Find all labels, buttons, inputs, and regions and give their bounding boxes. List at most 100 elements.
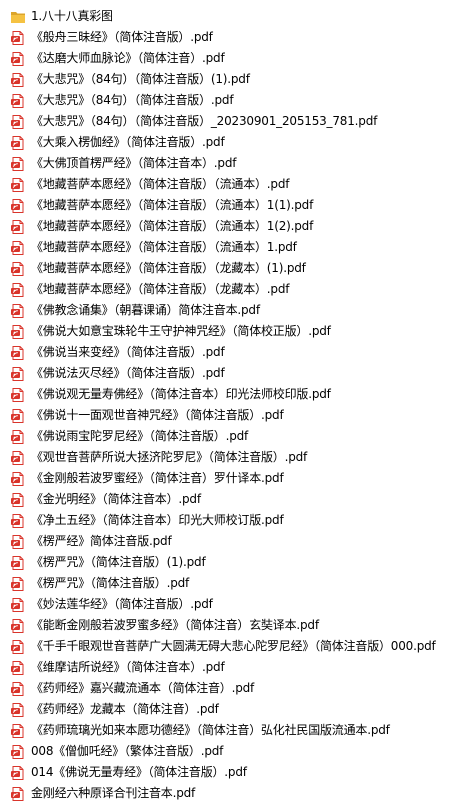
file-name: 《地藏菩萨本愿经》（简体注音版）（龙藏本）.pdf (31, 282, 290, 296)
file-name: 008《僧伽吒经》（繁体注音版）.pdf (31, 744, 224, 758)
file-item[interactable]: 《大悲咒》（84句）（简体注音版）(1).pdf (0, 69, 457, 90)
file-name: 《楞严咒》（简体注音版）(1).pdf (31, 555, 206, 569)
file-item[interactable]: 《地藏菩萨本愿经》（简体注音版）（流通本）1.pdf (0, 237, 457, 258)
pdf-icon (10, 177, 26, 193)
file-name: 《佛说大如意宝珠轮牛王守护神咒经》（简体校正版）.pdf (31, 324, 331, 338)
pdf-icon (10, 72, 26, 88)
file-item[interactable]: 《能断金刚般若波罗蜜多经》（简体注音）玄奘译本.pdf (0, 615, 457, 636)
file-item[interactable]: 《药师琉璃光如来本愿功德经》（简体注音）弘化社民国版流通本.pdf (0, 720, 457, 741)
file-name: 《佛说观无量寿佛经》（简体注音本）印光法师校印版.pdf (31, 387, 331, 401)
file-name: 《能断金刚般若波罗蜜多经》（简体注音）玄奘译本.pdf (31, 618, 319, 632)
file-item[interactable]: 《大悲咒》（84句）（简体注音版）_20230901_205153_781.pd… (0, 111, 457, 132)
file-item[interactable]: 《地藏菩萨本愿经》（简体注音版）（龙藏本）.pdf (0, 279, 457, 300)
file-item[interactable]: 《金刚般若波罗蜜经》（简体注音）罗什译本.pdf (0, 468, 457, 489)
file-item[interactable]: 《大佛顶首楞严经》（简体注音本）.pdf (0, 153, 457, 174)
file-item[interactable]: 《楞严咒》（简体注音版）.pdf (0, 573, 457, 594)
file-name: 《观世音菩萨所说大拯济陀罗尼》（简体注音版）.pdf (31, 450, 308, 464)
file-name: 《佛说当来变经》（简体注音版）.pdf (31, 345, 225, 359)
file-item[interactable]: 《千手千眼观世音菩萨广大圆满无碍大悲心陀罗尼经》（简体注音版）000.pdf (0, 636, 457, 657)
pdf-icon (10, 240, 26, 256)
pdf-icon (10, 93, 26, 109)
pdf-icon (10, 366, 26, 382)
pdf-icon (10, 681, 26, 697)
folder-item[interactable]: 1.八十八真彩图 (0, 6, 457, 27)
pdf-icon (10, 723, 26, 739)
file-item[interactable]: 014《佛说无量寿经》（简体注音版）.pdf (0, 762, 457, 783)
file-name: 《达磨大师血脉论》（简体注音）.pdf (31, 51, 225, 65)
file-item[interactable]: 《妙法莲华经》（简体注音版）.pdf (0, 594, 457, 615)
pdf-icon (10, 576, 26, 592)
pdf-icon (10, 555, 26, 571)
file-name: 《大乘入楞伽经》（简体注音版）.pdf (31, 135, 225, 149)
file-item[interactable]: 《地藏菩萨本愿经》（简体注音版）（流通本）1(2).pdf (0, 216, 457, 237)
pdf-icon (10, 660, 26, 676)
file-item[interactable]: 《净土五经》（简体注音本）印光大师校订版.pdf (0, 510, 457, 531)
pdf-icon (10, 408, 26, 424)
file-name: 《佛说法灭尽经》（简体注音版）.pdf (31, 366, 225, 380)
file-item[interactable]: 《佛说大如意宝珠轮牛王守护神咒经》（简体校正版）.pdf (0, 321, 457, 342)
pdf-icon (10, 261, 26, 277)
file-name: 《地藏菩萨本愿经》（简体注音版）（流通本）1(1).pdf (31, 198, 314, 212)
pdf-icon (10, 597, 26, 613)
file-name: 《药师经》龙藏本（简体注音）.pdf (31, 702, 219, 716)
file-item[interactable]: 《维摩诘所说经》（简体注音本）.pdf (0, 657, 457, 678)
file-item[interactable]: 《佛说雨宝陀罗尼经》（简体注音版）.pdf (0, 426, 457, 447)
pdf-icon (10, 618, 26, 634)
pdf-icon (10, 744, 26, 760)
pdf-icon (10, 786, 26, 802)
file-item[interactable]: 《佛说观无量寿佛经》（简体注音本）印光法师校印版.pdf (0, 384, 457, 405)
file-item[interactable]: 《大悲咒》（84句）（简体注音版）.pdf (0, 90, 457, 111)
file-name: 《楞严经》简体注音版.pdf (31, 534, 172, 548)
file-name: 《地藏菩萨本愿经》（简体注音版）（龙藏本）(1).pdf (31, 261, 306, 275)
pdf-icon (10, 387, 26, 403)
file-name: 《地藏菩萨本愿经》（简体注音版）（流通本）.pdf (31, 177, 290, 191)
file-name: 《药师经》嘉兴藏流通本（简体注音）.pdf (31, 681, 255, 695)
file-name: 《楞严咒》（简体注音版）.pdf (31, 576, 190, 590)
file-item[interactable]: 《地藏菩萨本愿经》（简体注音版）（流通本）.pdf (0, 174, 457, 195)
file-name: 《净土五经》（简体注音本）印光大师校订版.pdf (31, 513, 284, 527)
file-item[interactable]: 《达磨大师血脉论》（简体注音）.pdf (0, 48, 457, 69)
file-name: 《佛教念诵集》（朝暮课诵）简体注音本.pdf (31, 303, 260, 317)
file-item[interactable]: 《观世音菩萨所说大拯济陀罗尼》（简体注音版）.pdf (0, 447, 457, 468)
file-name: 《大悲咒》（84句）（简体注音版）_20230901_205153_781.pd… (31, 114, 378, 128)
file-item[interactable]: 《佛说当来变经》（简体注音版）.pdf (0, 342, 457, 363)
file-name: 《妙法莲华经》（简体注音版）.pdf (31, 597, 213, 611)
pdf-icon (10, 156, 26, 172)
file-item[interactable]: 《地藏菩萨本愿经》（简体注音版）（龙藏本）(1).pdf (0, 258, 457, 279)
file-name: 《金光明经》（简体注音本）.pdf (31, 492, 201, 506)
file-name: 《佛说雨宝陀罗尼经》（简体注音版）.pdf (31, 429, 249, 443)
file-item[interactable]: 《佛教念诵集》（朝暮课诵）简体注音本.pdf (0, 300, 457, 321)
pdf-icon (10, 450, 26, 466)
pdf-icon (10, 702, 26, 718)
pdf-icon (10, 114, 26, 130)
file-item[interactable]: 金刚经六种原译合刊注音本.pdf (0, 783, 457, 804)
file-item[interactable]: 《佛说十一面观世音神咒经》（简体注音版）.pdf (0, 405, 457, 426)
file-name: 《般舟三昧经》（简体注音版）.pdf (31, 30, 213, 44)
file-name: 《大佛顶首楞严经》（简体注音本）.pdf (31, 156, 237, 170)
file-name: 《大悲咒》（84句）（简体注音版）.pdf (31, 93, 234, 107)
file-item[interactable]: 《地藏菩萨本愿经》（简体注音版）（流通本）1(1).pdf (0, 195, 457, 216)
pdf-icon (10, 303, 26, 319)
file-item[interactable]: 《药师经》嘉兴藏流通本（简体注音）.pdf (0, 678, 457, 699)
pdf-icon (10, 51, 26, 67)
pdf-icon (10, 471, 26, 487)
file-item[interactable]: 《楞严咒》（简体注音版）(1).pdf (0, 552, 457, 573)
file-item[interactable]: 《般舟三昧经》（简体注音版）.pdf (0, 27, 457, 48)
pdf-icon (10, 513, 26, 529)
file-name: 《地藏菩萨本愿经》（简体注音版）（流通本）1(2).pdf (31, 219, 314, 233)
file-name: 《千手千眼观世音菩萨广大圆满无碍大悲心陀罗尼经》（简体注音版）000.pdf (31, 639, 436, 653)
pdf-icon (10, 492, 26, 508)
pdf-icon (10, 765, 26, 781)
file-item[interactable]: 《药师经》龙藏本（简体注音）.pdf (0, 699, 457, 720)
file-item[interactable]: 《佛说法灭尽经》（简体注音版）.pdf (0, 363, 457, 384)
file-name: 金刚经六种原译合刊注音本.pdf (31, 786, 196, 800)
file-name: 《佛说十一面观世音神咒经》（简体注音版）.pdf (31, 408, 284, 422)
file-name: 《药师琉璃光如来本愿功德经》（简体注音）弘化社民国版流通本.pdf (31, 723, 390, 737)
file-item[interactable]: 《大乘入楞伽经》（简体注音版）.pdf (0, 132, 457, 153)
file-item[interactable]: 《金光明经》（简体注音本）.pdf (0, 489, 457, 510)
pdf-icon (10, 30, 26, 46)
file-item[interactable]: 《楞严经》简体注音版.pdf (0, 531, 457, 552)
file-item[interactable]: 008《僧伽吒经》（繁体注音版）.pdf (0, 741, 457, 762)
pdf-icon (10, 135, 26, 151)
file-list: 1.八十八真彩图《般舟三昧经》（简体注音版）.pdf 《达磨大师血脉论》（简体注音… (0, 0, 457, 806)
